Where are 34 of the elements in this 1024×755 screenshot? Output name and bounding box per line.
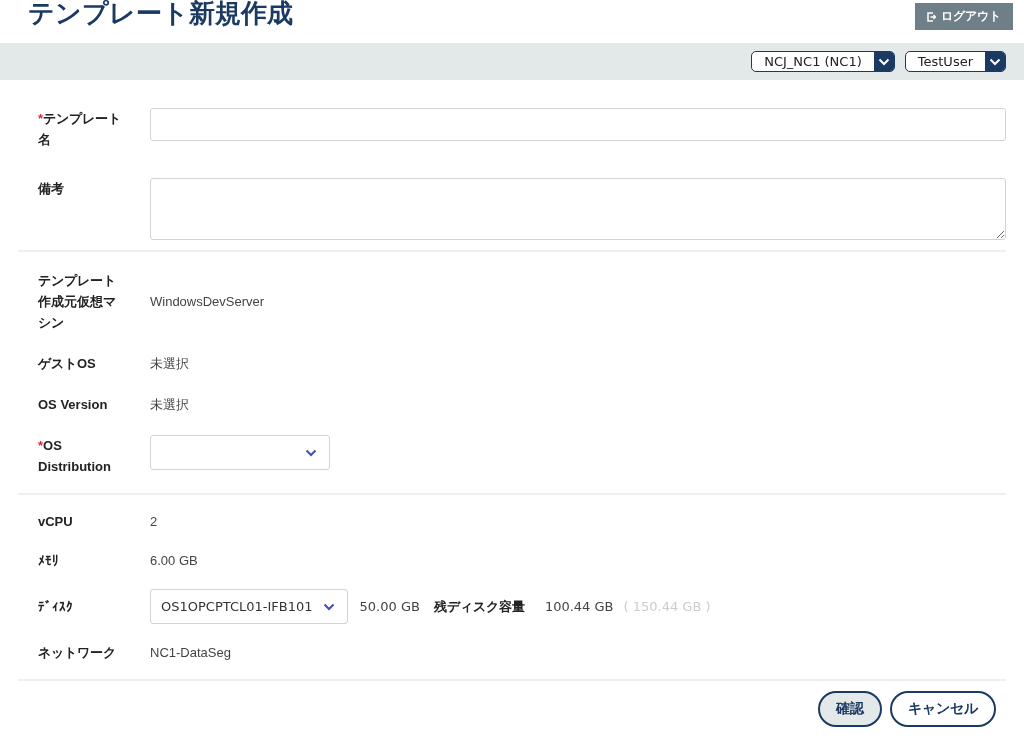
field-value: 2 bbox=[150, 514, 158, 529]
chevron-down-icon bbox=[322, 602, 335, 611]
field-label: ﾒﾓﾘ bbox=[38, 552, 60, 570]
field-label: *OS Distribution bbox=[38, 437, 112, 476]
field-value: 6.00 GB bbox=[150, 553, 198, 568]
remarks-field[interactable] bbox=[150, 178, 1006, 240]
field-value: 未選択 bbox=[150, 395, 189, 414]
remaining-disk-label: 残ディスク容量 bbox=[433, 597, 525, 616]
logout-button[interactable]: ログアウト bbox=[915, 3, 1013, 30]
logout-icon bbox=[927, 11, 936, 22]
field-value: 未選択 bbox=[150, 354, 189, 373]
field-label: vCPU bbox=[38, 513, 74, 531]
field-value: WindowsDevServer bbox=[150, 294, 265, 309]
field-label: テンプレート作成元仮想マシン bbox=[38, 272, 117, 332]
chevron-down-icon bbox=[989, 57, 1001, 66]
cancel-button[interactable]: キャンセル bbox=[890, 691, 996, 727]
chevron-down-icon bbox=[877, 57, 890, 66]
header-select[interactable]: TestUser bbox=[904, 51, 1006, 72]
field-label: 備考 bbox=[38, 180, 65, 198]
os-distribution-select[interactable] bbox=[150, 435, 330, 470]
field-label: ネットワーク bbox=[38, 644, 117, 662]
chevron-down-icon bbox=[305, 448, 317, 457]
field-label: ゲストOS bbox=[38, 355, 97, 373]
page-title: テンプレート新規作成 bbox=[28, 0, 293, 29]
confirm-button[interactable]: 確認 bbox=[818, 691, 882, 727]
header-select[interactable]: NCJ_NC1 (NC1) bbox=[751, 51, 895, 72]
field-label: OS Version bbox=[38, 396, 109, 414]
remaining-disk-value: 100.44 GB bbox=[544, 599, 614, 614]
disk-size: 50.00 GB bbox=[359, 599, 420, 614]
field-label: *テンプレート名 bbox=[38, 110, 123, 149]
field-label: ﾃﾞｨｽｸ bbox=[38, 598, 74, 616]
template-name-field[interactable] bbox=[150, 108, 1006, 141]
field-value: NC1-DataSeg bbox=[150, 645, 231, 660]
disk-select[interactable]: OS1OPCPTCL01-IFB101 bbox=[150, 589, 348, 624]
